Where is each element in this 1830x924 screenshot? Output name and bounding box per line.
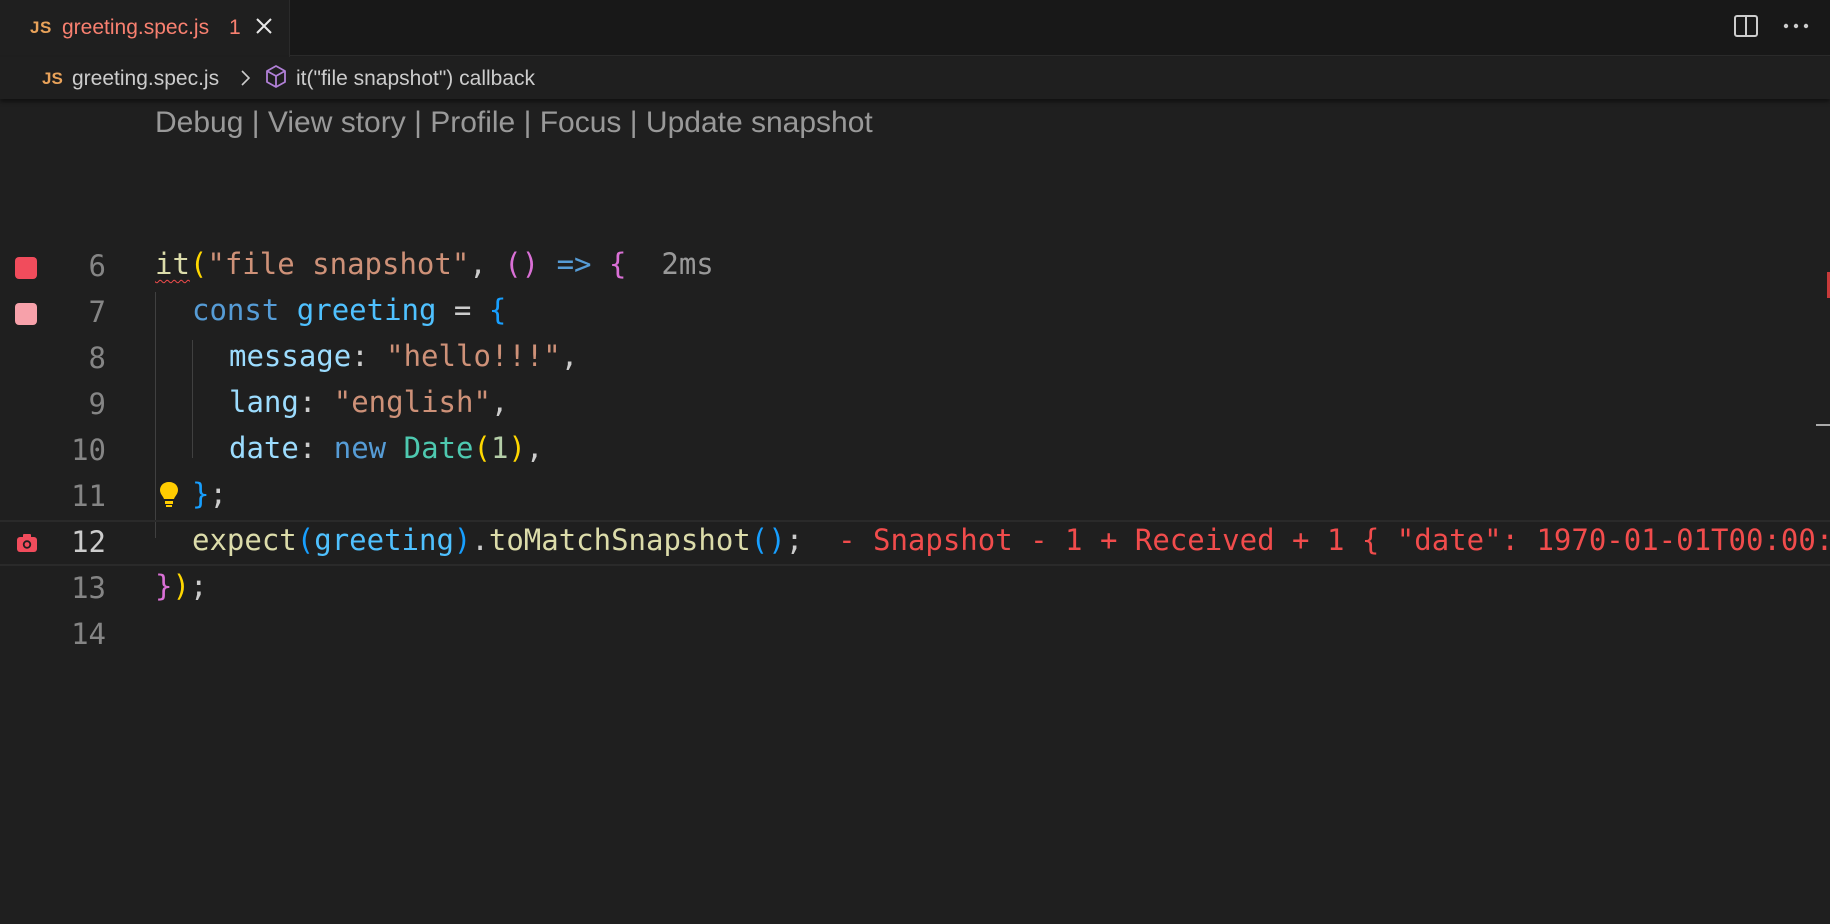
token-keyword: const — [192, 293, 280, 327]
token-dot: . — [471, 523, 489, 557]
code-line: 6 it("file snapshot", () => { 2ms — [0, 244, 1830, 290]
inline-error-message[interactable]: - Snapshot - 1 + Received + 1 { "date": … — [803, 523, 1830, 557]
tab-greeting-spec[interactable]: JS greeting.spec.js 1 — [0, 0, 290, 57]
camera-icon[interactable] — [16, 532, 38, 554]
code-line: 8 message: "hello!!!", — [0, 336, 1830, 382]
line-number: 12 — [71, 525, 106, 559]
token-comma: , — [560, 339, 579, 373]
token-semicolon: ; — [189, 569, 208, 603]
token-paren: ) — [453, 523, 472, 557]
code-line: 9 lang: "english", — [0, 382, 1830, 428]
token-paren: ( — [473, 431, 491, 465]
test-duration-hint: 2ms — [626, 247, 714, 281]
code-text: }; — [192, 477, 227, 511]
line-number: 13 — [71, 571, 106, 605]
js-file-icon: JS — [30, 18, 52, 37]
code-text: message: "hello!!!", — [229, 339, 578, 373]
token-brace: } — [155, 569, 173, 603]
code-text: it("file snapshot", () => { 2ms — [155, 247, 714, 281]
codelens-update-snapshot[interactable]: Update snapshot — [646, 106, 873, 139]
token-brace: } — [192, 477, 210, 511]
token-comma: , — [469, 247, 505, 281]
code-line: 13 }); — [0, 566, 1830, 612]
lightbulb-icon[interactable] — [158, 480, 180, 510]
token-semicolon: ; — [785, 523, 804, 557]
codelens-separator: | — [251, 106, 268, 139]
token-variable: greeting — [296, 293, 437, 327]
token-string: "english" — [333, 385, 491, 419]
code-line: 14 — [0, 612, 1830, 658]
line-number: 7 — [88, 295, 106, 329]
token-string: "file snapshot" — [207, 247, 470, 281]
code-line: 10 date: new Date(1), — [0, 428, 1830, 474]
tab-filename: greeting.spec.js — [62, 16, 210, 39]
close-icon[interactable] — [252, 14, 276, 38]
token-colon: : — [298, 385, 334, 419]
test-fail-marker[interactable] — [15, 257, 37, 279]
token-brace: { — [488, 293, 507, 327]
token-paren: ) — [508, 431, 526, 465]
token-keyword: new — [333, 431, 387, 465]
test-fail-marker[interactable] — [15, 303, 37, 325]
codelens-debug[interactable]: Debug — [155, 106, 243, 139]
token-method: toMatchSnapshot — [488, 523, 751, 557]
line-number: 6 — [88, 249, 106, 283]
js-file-icon: JS — [42, 69, 63, 88]
editor-actions — [1732, 12, 1810, 40]
token-operator: = — [436, 293, 489, 327]
token-paren: ( — [296, 523, 315, 557]
breadcrumb-file[interactable]: greeting.spec.js — [72, 67, 219, 91]
token-property: lang — [229, 385, 299, 419]
line-number: 9 — [88, 387, 106, 421]
codelens-actions: Debug | View story | Profile | Focus | U… — [155, 106, 873, 140]
code-line: 7 const greeting = { — [0, 290, 1830, 336]
token-paren: ) — [172, 569, 190, 603]
code-editor[interactable]: Debug | View story | Profile | Focus | U… — [0, 100, 1830, 924]
token-number: 1 — [490, 431, 509, 465]
token-colon: : — [298, 431, 334, 465]
token-colon: : — [351, 339, 387, 373]
codelens-view-story[interactable]: View story — [268, 106, 406, 139]
token-comma: , — [490, 385, 509, 419]
token-class: Date — [403, 431, 474, 465]
token-semicolon: ; — [209, 477, 227, 511]
token-call-parens: () — [750, 523, 786, 557]
editor-tab-bar: JS greeting.spec.js 1 — [0, 0, 1830, 57]
line-number: 14 — [71, 617, 106, 651]
token-paren: ( — [189, 247, 208, 281]
token-property: date — [229, 431, 299, 465]
token-string: "hello!!!" — [386, 339, 561, 373]
code-text: expect(greeting).toMatchSnapshot(); - Sn… — [192, 523, 1830, 557]
breadcrumb-symbol[interactable]: it("file snapshot") callback — [296, 67, 535, 91]
token-property: message — [229, 339, 352, 373]
codelens-separator: | — [523, 106, 540, 139]
code-text: lang: "english", — [229, 385, 508, 419]
code-text: date: new Date(1), — [229, 431, 543, 465]
split-editor-icon[interactable] — [1732, 12, 1760, 40]
codelens-separator: | — [414, 106, 431, 139]
chevron-right-icon — [238, 67, 254, 89]
codelens-focus[interactable]: Focus — [540, 106, 622, 139]
token-arrow: => — [539, 247, 609, 281]
token-comma: , — [525, 431, 544, 465]
code-line-current: 12 expect(greeting).toMatchSnapshot(); -… — [0, 520, 1830, 566]
codelens-separator: | — [629, 106, 646, 139]
token-function: expect — [192, 523, 297, 557]
token-variable: greeting — [314, 523, 454, 557]
line-number: 10 — [71, 433, 106, 467]
token-brace: { — [608, 247, 627, 281]
code-text: const greeting = { — [192, 293, 506, 327]
code-line: 11 }; — [0, 474, 1830, 520]
overview-ruler-cursor-mark — [1816, 424, 1830, 426]
line-number: 11 — [71, 479, 106, 513]
token-params: () — [504, 247, 540, 281]
codelens-profile[interactable]: Profile — [430, 106, 515, 139]
tab-problem-count: 1 — [229, 16, 241, 39]
symbol-method-icon — [262, 63, 290, 91]
code-text: }); — [155, 569, 207, 603]
line-number: 8 — [88, 341, 106, 375]
token-it: it — [155, 247, 190, 281]
breadcrumb: JS greeting.spec.js it("file snapshot") … — [0, 57, 1830, 99]
more-actions-icon[interactable] — [1782, 12, 1810, 40]
